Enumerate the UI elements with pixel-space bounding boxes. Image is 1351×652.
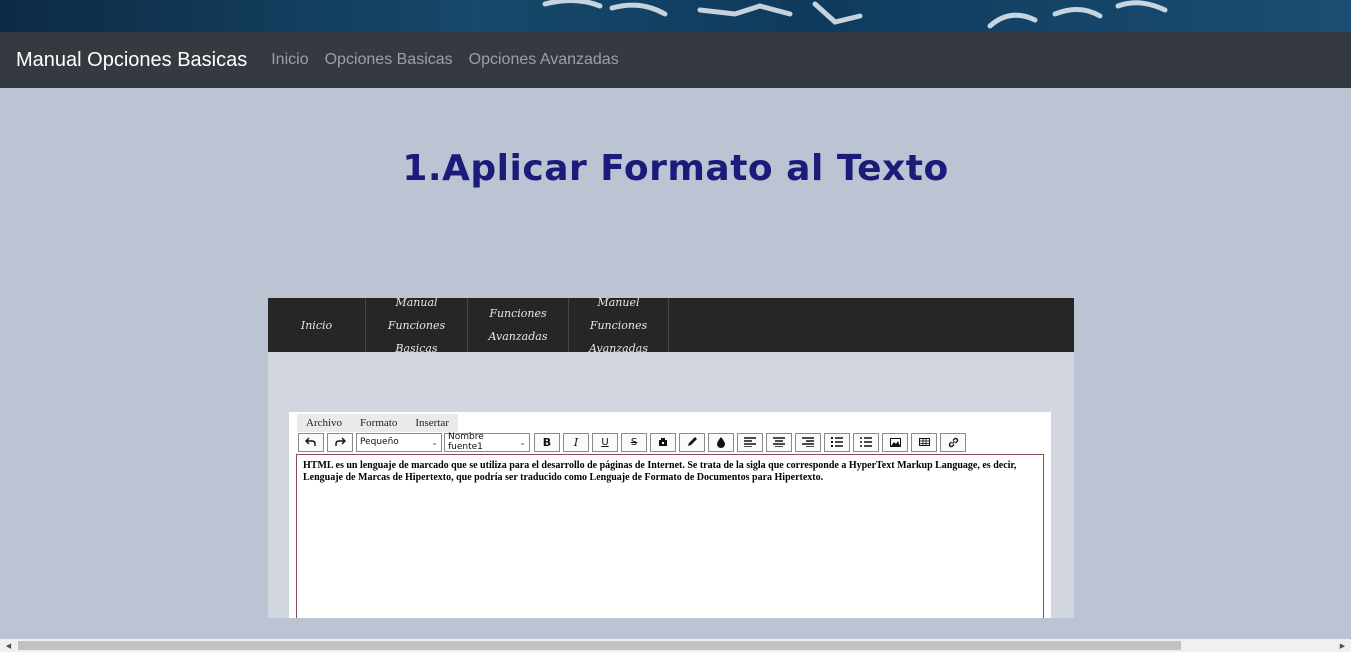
screenshot-nav-funciones-avanzadas: Funciones Avanzadas: [468, 298, 569, 352]
banner-decoration: [542, 0, 1168, 29]
editor-menubar: Archivo Formato Insertar: [297, 414, 458, 432]
align-left-button: [737, 432, 763, 452]
nav-link-inicio[interactable]: Inicio: [271, 51, 308, 69]
scroll-right-arrow-icon[interactable]: ▶: [1334, 639, 1351, 652]
ink-drop-icon: [717, 437, 725, 448]
menu-insertar: Insertar: [415, 417, 449, 429]
font-family-select: Nombre fuente1 ⌄: [444, 432, 530, 452]
screenshot-nav-manual-basicas-label: Manual Funciones Basicas: [366, 298, 467, 360]
underline-icon: U: [601, 436, 609, 448]
text-color-button: [679, 432, 705, 452]
font-size-select: Pequeño ⌄: [356, 432, 442, 452]
horizontal-scrollbar[interactable]: ◀ ▶: [0, 639, 1351, 652]
screenshot-nav-inicio-label: Inicio: [300, 318, 333, 332]
navbar-brand[interactable]: Manual Opciones Basicas: [16, 49, 247, 72]
screenshot-nav-bar: Inicio Manual Funciones Basicas Funcione…: [268, 298, 1074, 355]
bullet-list-button: [824, 432, 850, 452]
editor-content-text: HTML es un lenguaje de marcado que se ut…: [303, 460, 1017, 483]
menu-archivo: Archivo: [306, 417, 343, 429]
align-right-icon: [802, 437, 814, 447]
scroll-left-arrow-icon[interactable]: ◀: [0, 639, 17, 652]
top-navbar: Manual Opciones Basicas Inicio Opciones …: [0, 32, 1351, 88]
align-center-button: [766, 432, 792, 452]
bold-icon: B: [542, 435, 552, 449]
scrollbar-thumb[interactable]: [18, 641, 1181, 650]
screenshot-nav-manual-avanzadas-label: Manuel Funciones Avanzadas: [569, 298, 668, 360]
editor-toolbar: Pequeño ⌄ Nombre fuente1 ⌄ B I U S: [298, 432, 969, 452]
strikethrough-button: S: [621, 432, 647, 452]
table-icon: [918, 438, 930, 446]
page-title: 1.Aplicar Formato al Texto: [402, 148, 949, 189]
nav-link-opciones-avanzadas[interactable]: Opciones Avanzadas: [469, 51, 619, 69]
numbered-list-button: [853, 432, 879, 452]
bullet-list-icon: [831, 437, 843, 447]
insert-link-button: [940, 432, 966, 452]
chevron-down-icon: ⌄: [519, 437, 526, 447]
screenshot-nav-inicio: Inicio: [268, 298, 366, 352]
clear-format-button: [650, 432, 676, 452]
menu-formato: Formato: [360, 417, 398, 429]
font-family-select-value: Nombre fuente1: [448, 432, 484, 452]
redo-button: [327, 432, 353, 452]
underline-button: U: [592, 432, 618, 452]
eraser-icon: [659, 437, 667, 446]
insert-image-button: [882, 432, 908, 452]
align-center-icon: [773, 437, 785, 447]
undo-icon: [305, 437, 316, 446]
align-left-icon: [744, 437, 756, 447]
tutorial-screenshot: Inicio Manual Funciones Basicas Funcione…: [268, 298, 1074, 618]
link-icon: [948, 437, 958, 447]
header-banner: [0, 0, 1351, 32]
redo-icon: [335, 437, 346, 446]
bold-button: B: [534, 432, 560, 452]
align-right-button: [795, 432, 821, 452]
screenshot-nav-manual-avanzadas-line2: Avanzadas: [589, 341, 648, 355]
insert-table-button: [911, 432, 937, 452]
screenshot-nav-funciones-avanzadas-label: Funciones Avanzadas: [488, 307, 548, 343]
undo-button: [298, 432, 324, 452]
italic-icon: I: [573, 435, 579, 449]
rich-text-editor: Archivo Formato Insertar Pequeño ⌄ Nombr…: [289, 412, 1051, 618]
highlight-button: [708, 432, 734, 452]
chevron-down-icon: ⌄: [431, 437, 438, 447]
screenshot-nav-manual-avanzadas-line1: Manuel Funciones: [589, 298, 648, 332]
italic-button: I: [563, 432, 589, 452]
font-size-select-value: Pequeño: [360, 437, 399, 447]
editor-content-area: HTML es un lenguaje de marcado que se ut…: [296, 454, 1044, 618]
screenshot-nav-manual-basicas-line2: Basicas: [395, 341, 438, 355]
strikethrough-icon: S: [630, 436, 638, 448]
image-icon: [889, 437, 901, 447]
screenshot-nav-manual-basicas-line1: Manual Funciones: [387, 298, 446, 332]
nav-link-opciones-basicas[interactable]: Opciones Basicas: [325, 51, 453, 69]
screenshot-nav-manual-avanzadas: Manuel Funciones Avanzadas: [569, 298, 669, 355]
numbered-list-icon: [860, 437, 872, 447]
pencil-icon: [688, 437, 697, 446]
screenshot-nav-manual-basicas: Manual Funciones Basicas: [366, 298, 468, 355]
